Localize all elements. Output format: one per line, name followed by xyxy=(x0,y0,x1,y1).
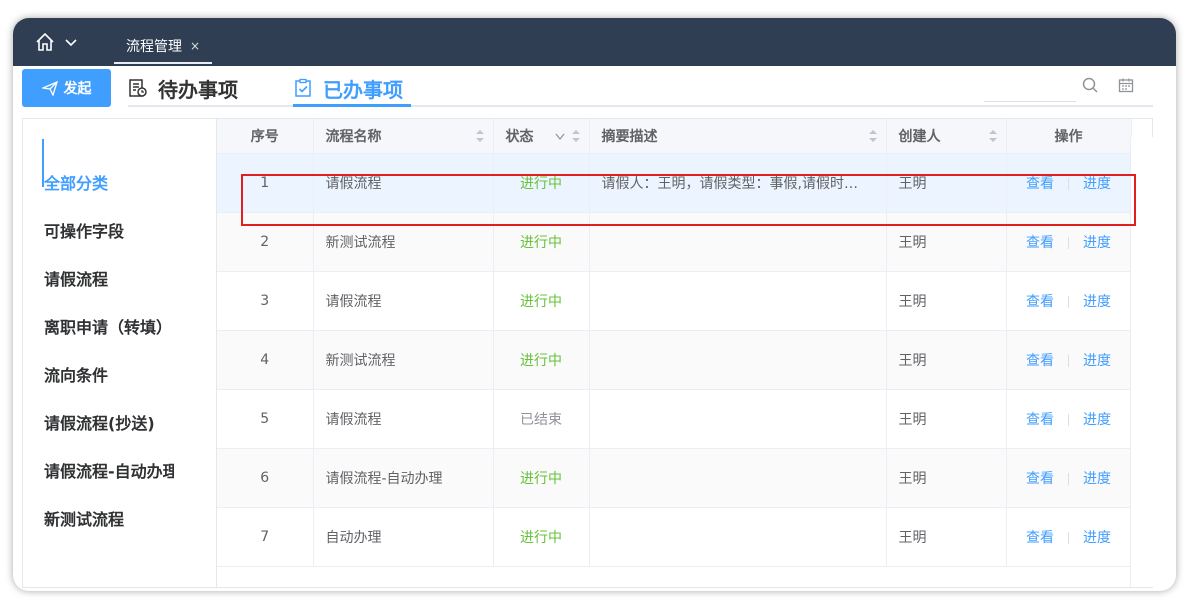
cell-name: 自动办理 xyxy=(313,507,494,567)
header-index: 序号 xyxy=(217,119,314,154)
calendar-icon[interactable] xyxy=(1118,77,1134,93)
category-item[interactable]: 请假流程 xyxy=(44,266,174,290)
clipboard-check-icon xyxy=(295,78,311,97)
view-link[interactable]: 查看 xyxy=(1026,412,1054,428)
progress-link[interactable]: 进度 xyxy=(1083,412,1111,428)
tab-todo[interactable]: 待办事项 xyxy=(128,70,238,106)
chevron-down-icon[interactable] xyxy=(65,38,77,48)
cell-name: 请假流程 xyxy=(313,271,494,331)
header-summary-label: 摘要描述 xyxy=(601,128,658,145)
done-label: 已办事项 xyxy=(323,77,403,102)
tab-label: 流程管理 xyxy=(126,39,182,55)
header-creator[interactable]: 创建人 xyxy=(886,119,1007,154)
tab-process-management[interactable]: 流程管理 × xyxy=(114,30,213,64)
cell-status: 进行中 xyxy=(493,271,590,331)
cell-index: 5 xyxy=(217,389,314,449)
todo-list-icon xyxy=(129,79,147,97)
header-status[interactable]: 状态 xyxy=(493,119,590,154)
header-status-label: 状态 xyxy=(505,128,534,145)
view-link[interactable]: 查看 xyxy=(1026,353,1054,369)
header-creator-label: 创建人 xyxy=(898,128,941,145)
view-link[interactable]: 查看 xyxy=(1026,294,1054,310)
action-divider xyxy=(1068,472,1069,485)
cell-name: 请假流程-自动办理 xyxy=(313,448,494,508)
cell-summary xyxy=(589,330,887,390)
category-item[interactable]: 新测试流程 xyxy=(44,506,174,530)
cell-index: 7 xyxy=(217,507,314,567)
search-icon[interactable] xyxy=(1082,77,1098,93)
category-item[interactable]: 离职申请（转填） xyxy=(44,314,174,338)
sort-icon[interactable] xyxy=(475,129,485,143)
cell-status: 已结束 xyxy=(493,389,590,449)
action-divider xyxy=(1068,236,1069,249)
cell-creator: 王明 xyxy=(886,330,1007,390)
cell-index: 3 xyxy=(217,271,314,331)
header-name-label: 流程名称 xyxy=(325,128,382,145)
cell-actions: 查看 进度 xyxy=(1006,507,1132,567)
action-divider xyxy=(1068,413,1069,426)
action-divider xyxy=(1068,295,1069,308)
header-summary[interactable]: 摘要描述 xyxy=(589,119,887,154)
launch-button[interactable]: 发起 xyxy=(22,69,111,107)
cell-name: 请假流程 xyxy=(313,389,494,449)
progress-link[interactable]: 进度 xyxy=(1083,235,1111,251)
category-all[interactable]: 全部分类 xyxy=(44,170,174,194)
category-item[interactable]: 请假流程-自动办理 xyxy=(44,458,174,482)
action-divider xyxy=(1068,531,1069,544)
filter-chevron-icon[interactable] xyxy=(555,133,565,141)
highlight-box xyxy=(241,174,1136,226)
progress-link[interactable]: 进度 xyxy=(1083,353,1111,369)
table-header-row: 序号 流程名称 状态 摘要描述 创建人 操作 xyxy=(217,119,1132,154)
table-row[interactable]: 7 自动办理 进行中 王明 查看 进度 xyxy=(217,507,1132,567)
cell-actions: 查看 进度 xyxy=(1006,389,1132,449)
tab-divider xyxy=(128,105,1153,107)
sort-icon[interactable] xyxy=(868,129,878,143)
action-divider xyxy=(1068,354,1069,367)
cell-summary xyxy=(589,507,887,567)
cell-status: 进行中 xyxy=(493,448,590,508)
view-link[interactable]: 查看 xyxy=(1026,235,1054,251)
close-icon[interactable]: × xyxy=(190,39,200,53)
cell-creator: 王明 xyxy=(886,448,1007,508)
home-icon[interactable] xyxy=(35,32,55,52)
view-link[interactable]: 查看 xyxy=(1026,471,1054,487)
todo-label: 待办事项 xyxy=(158,77,238,102)
progress-link[interactable]: 进度 xyxy=(1083,294,1111,310)
table-row[interactable]: 3 请假流程 进行中 王明 查看 进度 xyxy=(217,271,1132,331)
tab-done[interactable]: 已办事项 xyxy=(293,70,403,106)
cell-status: 进行中 xyxy=(493,507,590,567)
table-row[interactable]: 4 新测试流程 进行中 王明 查看 进度 xyxy=(217,330,1132,390)
cell-creator: 王明 xyxy=(886,507,1007,567)
send-icon xyxy=(41,80,58,96)
cell-summary xyxy=(589,271,887,331)
category-item[interactable]: 请假流程(抄送) xyxy=(44,410,174,434)
table-row[interactable]: 6 请假流程-自动办理 进行中 王明 查看 进度 xyxy=(217,448,1132,508)
active-tab-indicator xyxy=(293,104,411,107)
search-input[interactable] xyxy=(984,72,1076,102)
cell-actions: 查看 进度 xyxy=(1006,330,1132,390)
cell-status: 进行中 xyxy=(493,330,590,390)
cell-summary xyxy=(589,389,887,449)
view-link[interactable]: 查看 xyxy=(1026,530,1054,546)
category-item[interactable]: 流向条件 xyxy=(44,362,174,386)
cell-creator: 王明 xyxy=(886,271,1007,331)
cell-summary xyxy=(589,448,887,508)
header-action: 操作 xyxy=(1006,119,1132,154)
header-name[interactable]: 流程名称 xyxy=(313,119,494,154)
sort-icon[interactable] xyxy=(988,129,998,143)
cell-index: 6 xyxy=(217,448,314,508)
table-row[interactable]: 5 请假流程 已结束 王明 查看 进度 xyxy=(217,389,1132,449)
top-bar: 流程管理 × xyxy=(13,18,1176,66)
cell-actions: 查看 进度 xyxy=(1006,271,1132,331)
category-item[interactable]: 可操作字段 xyxy=(44,218,174,242)
cell-actions: 查看 进度 xyxy=(1006,448,1132,508)
cell-creator: 王明 xyxy=(886,389,1007,449)
launch-label: 发起 xyxy=(63,81,92,97)
cell-index: 4 xyxy=(217,330,314,390)
cell-name: 新测试流程 xyxy=(313,330,494,390)
progress-link[interactable]: 进度 xyxy=(1083,530,1111,546)
sort-icon[interactable] xyxy=(571,129,581,143)
progress-link[interactable]: 进度 xyxy=(1083,471,1111,487)
